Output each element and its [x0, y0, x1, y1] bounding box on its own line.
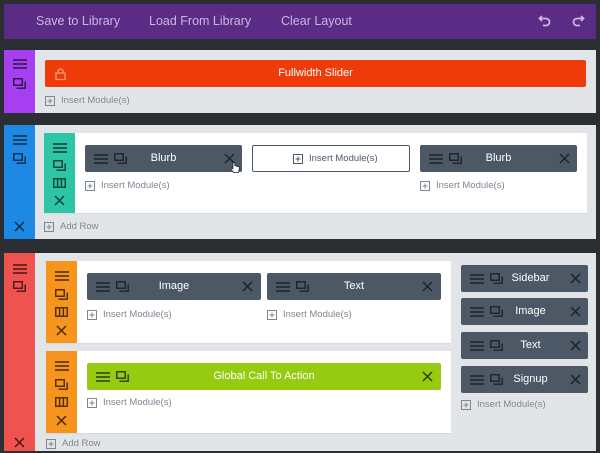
- move-icon[interactable]: [13, 264, 27, 274]
- add-row-link[interactable]: Add Row: [44, 221, 124, 233]
- plus-icon: [461, 400, 471, 410]
- plus-icon: [44, 222, 54, 232]
- delete-icon[interactable]: [570, 306, 581, 317]
- builder-toolbar: Save to Library Load From Library Clear …: [4, 4, 596, 39]
- module-title: Signup: [513, 373, 548, 385]
- signup-module[interactable]: Signup: [461, 366, 588, 393]
- delete-icon[interactable]: [570, 340, 581, 351]
- insert-module-link[interactable]: Insert Module(s): [87, 397, 207, 409]
- delete-icon[interactable]: [422, 371, 433, 382]
- specialty-section: Image Insert Module(s) Text Insert Modul…: [4, 253, 596, 451]
- fullwidth-section: Fullwidth Slider Insert Module(s): [4, 50, 596, 113]
- clear-layout-button[interactable]: Clear Layout: [281, 4, 352, 39]
- row: Global Call To Action Insert Module(s): [46, 351, 451, 433]
- plus-icon: [45, 96, 55, 106]
- insert-module-link[interactable]: Insert Module(s): [45, 95, 165, 107]
- plus-icon: [87, 310, 97, 320]
- insert-module-link[interactable]: Insert Module(s): [85, 180, 205, 192]
- plus-icon: [87, 398, 97, 408]
- fullwidth-slider-module[interactable]: Fullwidth Slider: [45, 60, 586, 87]
- duplicate-icon[interactable]: [13, 153, 26, 164]
- module-title: Sidebar: [511, 272, 550, 284]
- standard-section-1: Blurb Insert Module(s) Insert Module(s) …: [4, 125, 596, 239]
- module-title: Global Call To Action: [213, 370, 315, 382]
- move-icon[interactable]: [470, 274, 484, 284]
- move-icon[interactable]: [55, 361, 69, 371]
- blurb-module[interactable]: Blurb: [420, 145, 577, 172]
- duplicate-icon[interactable]: [53, 160, 66, 171]
- move-icon[interactable]: [13, 135, 27, 145]
- section-handle[interactable]: [4, 125, 35, 239]
- section-handle[interactable]: [4, 50, 35, 113]
- module-title: Blurb: [485, 152, 512, 164]
- section-handle[interactable]: [4, 253, 35, 451]
- move-icon[interactable]: [470, 307, 484, 317]
- global-call-to-action-module[interactable]: Global Call To Action: [87, 363, 441, 390]
- module-title: Text: [343, 280, 365, 292]
- load-from-library-button[interactable]: Load From Library: [149, 4, 251, 39]
- save-to-library-button[interactable]: Save to Library: [36, 4, 120, 39]
- insert-module-link[interactable]: Insert Module(s): [420, 180, 540, 192]
- delete-icon[interactable]: [559, 153, 570, 164]
- insert-module-link[interactable]: Insert Module(s): [267, 309, 387, 321]
- delete-icon[interactable]: [14, 437, 25, 448]
- insert-module-label: Insert Module(s): [293, 153, 393, 165]
- row-handle[interactable]: [46, 351, 77, 433]
- insert-module-button[interactable]: Insert Module(s): [252, 145, 410, 172]
- delete-icon[interactable]: [56, 325, 67, 336]
- text-module[interactable]: Text: [267, 273, 441, 300]
- columns-icon[interactable]: [55, 307, 68, 317]
- image-module[interactable]: Image: [87, 273, 261, 300]
- duplicate-icon[interactable]: [13, 78, 26, 89]
- text-module[interactable]: Text: [461, 332, 588, 359]
- blurb-module[interactable]: Blurb: [85, 145, 242, 173]
- duplicate-icon[interactable]: [55, 379, 68, 390]
- plus-icon: [46, 439, 56, 449]
- module-title: Blurb: [150, 152, 177, 164]
- module-title: Image: [515, 305, 546, 317]
- module-title: Text: [520, 339, 541, 351]
- plus-icon: [85, 181, 95, 191]
- cursor-icon: [230, 157, 240, 184]
- module-title: Fullwidth Slider: [278, 67, 353, 79]
- duplicate-icon[interactable]: [13, 281, 26, 292]
- sidebar-module[interactable]: Sidebar: [461, 265, 588, 292]
- plus-icon: [420, 181, 430, 191]
- move-icon[interactable]: [53, 143, 67, 153]
- module-title: Image: [158, 280, 190, 292]
- move-icon[interactable]: [470, 375, 484, 385]
- delete-icon[interactable]: [570, 374, 581, 385]
- columns-icon[interactable]: [55, 397, 68, 407]
- move-icon[interactable]: [55, 271, 69, 281]
- move-icon[interactable]: [470, 341, 484, 351]
- image-module[interactable]: Image: [461, 298, 588, 325]
- row: Image Insert Module(s) Text Insert Modul…: [46, 261, 451, 343]
- row-handle[interactable]: [46, 261, 77, 343]
- delete-icon[interactable]: [422, 281, 433, 292]
- delete-icon[interactable]: [56, 415, 67, 426]
- move-icon[interactable]: [13, 59, 27, 69]
- delete-icon[interactable]: [14, 221, 25, 232]
- insert-module-link[interactable]: Insert Module(s): [87, 309, 207, 321]
- undo-icon[interactable]: [538, 13, 552, 27]
- add-row-link[interactable]: Add Row: [46, 438, 126, 450]
- insert-module-link[interactable]: Insert Module(s): [461, 399, 581, 411]
- plus-icon: [267, 310, 277, 320]
- row: Blurb Insert Module(s) Insert Module(s) …: [44, 133, 587, 213]
- plus-icon: [293, 154, 303, 164]
- redo-icon[interactable]: [571, 13, 585, 27]
- duplicate-icon[interactable]: [55, 289, 68, 300]
- delete-icon[interactable]: [242, 281, 253, 292]
- row-handle[interactable]: [44, 133, 75, 213]
- delete-icon[interactable]: [570, 273, 581, 284]
- delete-icon[interactable]: [54, 195, 65, 206]
- columns-icon[interactable]: [53, 178, 66, 188]
